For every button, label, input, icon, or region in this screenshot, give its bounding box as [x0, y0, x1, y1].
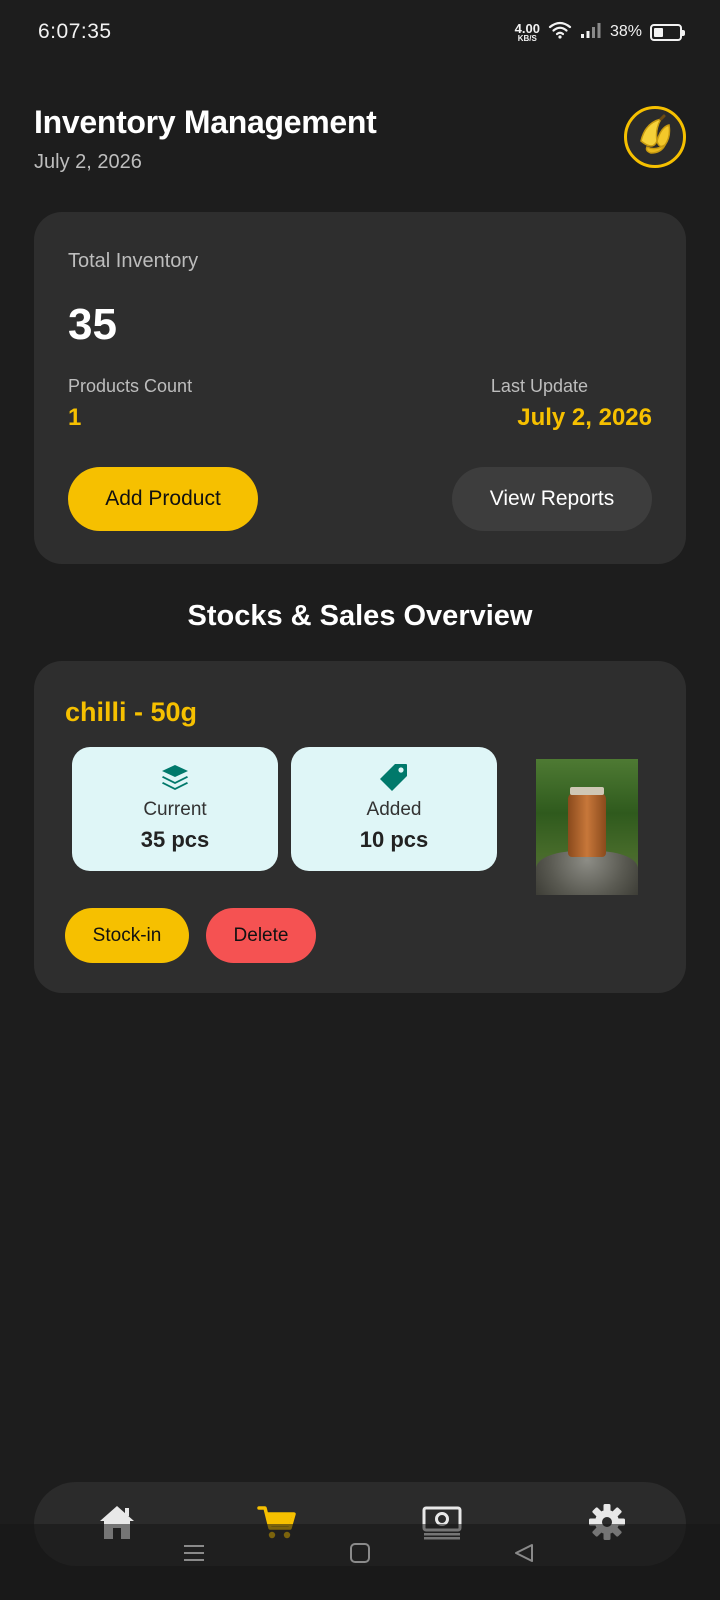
system-nav-bar	[0, 1524, 720, 1600]
page-title: Inventory Management	[34, 104, 377, 140]
signal-icon	[580, 21, 602, 44]
status-icons: 4.00 KB/S 38%	[515, 21, 685, 44]
menu-icon	[182, 1542, 206, 1569]
layers-icon	[160, 763, 190, 791]
view-reports-button[interactable]: View Reports	[452, 467, 652, 531]
product-image-rock	[536, 851, 638, 895]
network-speed-value: 4.00	[514, 20, 540, 36]
current-stock-label: Current	[143, 799, 207, 820]
add-product-button[interactable]: Add Product	[68, 467, 258, 531]
system-back-button[interactable]	[507, 1538, 541, 1572]
last-update-label: Last Update	[490, 376, 588, 396]
battery-icon	[650, 23, 685, 41]
total-inventory-value: 35	[68, 300, 117, 349]
header: Inventory Management July 2, 2026	[34, 104, 686, 184]
battery-percent: 38%	[609, 23, 642, 40]
current-stock-value: 35 pcs	[140, 827, 210, 852]
status-time: 6:07:35	[38, 20, 112, 43]
system-home-button[interactable]	[343, 1538, 377, 1572]
added-stock-box: Added 10 pcs	[291, 747, 497, 871]
status-bar: 6:07:35 4.00 KB/S 38%	[0, 0, 720, 64]
tag-icon	[379, 763, 409, 791]
product-image-lid	[570, 787, 604, 795]
recent-apps-button[interactable]	[177, 1538, 211, 1572]
product-name: chilli - 50g	[65, 697, 198, 727]
products-count-value: 1	[68, 404, 82, 431]
network-speed: 4.00 KB/S	[515, 22, 540, 43]
delete-button[interactable]: Delete	[206, 908, 316, 963]
product-card: chilli - 50g Current 35 pcs Added 10 pcs…	[34, 661, 686, 993]
banana-icon	[631, 111, 679, 164]
battery-level	[654, 27, 664, 37]
last-update-value: July 2, 2026	[517, 404, 652, 431]
stock-in-button[interactable]: Stock-in	[65, 908, 189, 963]
current-stock-box: Current 35 pcs	[72, 747, 278, 871]
section-title: Stocks & Sales Overview	[187, 600, 533, 632]
back-triangle-icon	[513, 1542, 535, 1569]
page-date: July 2, 2026	[34, 151, 142, 173]
square-icon	[349, 1542, 371, 1569]
inventory-summary-card: Total Inventory 35 Products Count 1 Last…	[34, 212, 686, 564]
products-count-label: Products Count	[68, 376, 193, 396]
total-inventory-label: Total Inventory	[68, 250, 199, 272]
avatar[interactable]	[624, 106, 686, 168]
added-stock-value: 10 pcs	[359, 827, 429, 852]
product-image	[536, 759, 638, 895]
product-image-jar	[568, 793, 606, 857]
network-speed-unit: KB/S	[517, 33, 537, 43]
wifi-icon	[548, 21, 572, 44]
added-stock-label: Added	[366, 799, 422, 820]
